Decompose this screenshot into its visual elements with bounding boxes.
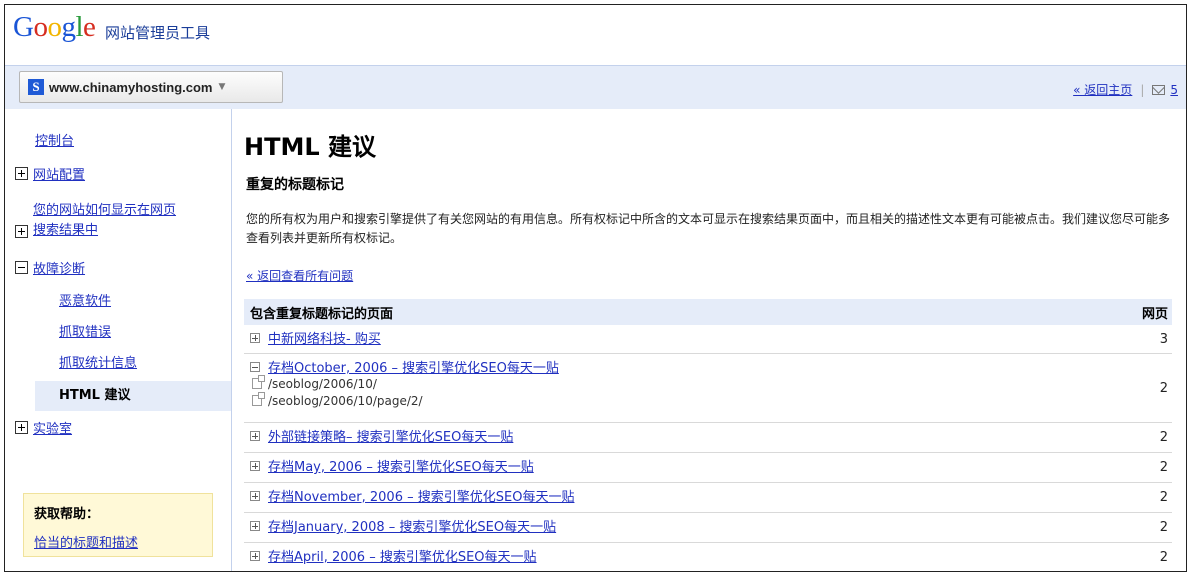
site-icon: S [28,79,44,95]
main-content: HTML 建议 重复的标题标记 您的所有权为用户和搜索引擎提供了有关您网站的有用… [231,109,1186,571]
sidebar-item-crawl-stats[interactable]: 抓取统计信息 [59,353,137,375]
external-page-icon[interactable] [252,392,265,406]
mail-icon[interactable] [1152,84,1166,95]
sidebar-item-label: 网站配置 [33,168,86,183]
help-box: 获取帮助： 恰当的标题和描述 [23,493,213,557]
back-home-link[interactable]: « 返回主页 [1073,81,1132,98]
row-title-link[interactable]: 存档October, 2006 – 搜索引擎优化SEO每天一贴 [268,361,559,376]
description: 您的所有权为用户和搜索引擎提供了有关您网站的有用信息。所有权标记中所含的文本可显… [246,212,1171,245]
site-url: www.chinamyhosting.com [49,79,213,95]
row-title-link[interactable]: 中新网络科技- 购买 [268,332,381,347]
expand-plus-icon[interactable] [250,521,260,531]
table-row: 存档October, 2006 – 搜索引擎优化SEO每天一贴 /seoblog… [244,354,1172,423]
sidebar-item-search-appearance[interactable]: 您的网站如何显示在网页 搜索结果中 [15,201,176,241]
expand-plus-icon[interactable] [250,461,260,471]
url-item: /seoblog/2006/10/page/2/ [250,392,559,410]
sidebar-item-site-config[interactable]: 网站配置 [15,165,85,187]
sidebar-item-crawl-errors[interactable]: 抓取错误 [59,322,111,344]
column-header-title: 包含重复标题标记的页面 [250,306,394,322]
row-count: 2 [1159,430,1168,445]
url-text: /seoblog/2006/10/page/2/ [268,394,423,408]
row-count: 2 [1159,380,1168,396]
expand-plus-icon[interactable] [250,431,260,441]
expand-plus-icon[interactable] [15,421,28,434]
row-count: 2 [1159,490,1168,505]
site-selector[interactable]: S www.chinamyhosting.com ▼ [19,71,283,103]
section-title: 重复的标题标记 [246,177,344,193]
row-title-link[interactable]: 存档January, 2008 – 搜索引擎优化SEO每天一贴 [268,520,556,535]
expand-plus-icon[interactable] [15,224,28,238]
sidebar-item-label: 实验室 [33,422,73,437]
separator: | [1140,82,1145,97]
row-title-link[interactable]: 存档May, 2006 – 搜索引擎优化SEO每天一贴 [268,460,534,475]
sidebar-item-label: 故障诊断 [33,262,86,277]
google-logo[interactable]: Google [13,11,96,44]
app-window: Google 网站管理员工具 S www.chinamyhosting.com … [4,4,1187,572]
collapse-minus-icon[interactable] [15,261,28,274]
sidebar-item-dashboard[interactable]: 控制台 [35,131,74,153]
table-row: 中新网络科技- 购买 3 [244,325,1172,354]
url-item: /seoblog/2006/10/ [250,375,559,393]
sidebar: 控制台 网站配置 您的网站如何显示在网页 搜索结果中 故障诊断 恶意软件 抓取错… [5,109,231,571]
row-count: 2 [1159,520,1168,535]
row-count: 3 [1159,331,1168,347]
row-count: 2 [1159,460,1168,475]
row-title-link[interactable]: 存档April, 2006 – 搜索引擎优化SEO每天一贴 [268,550,537,565]
row-count: 2 [1159,550,1168,565]
site-bar: S www.chinamyhosting.com ▼ « 返回主页 | 5 [5,65,1186,109]
sidebar-item-labs[interactable]: 实验室 [15,419,72,441]
page-title: HTML 建议 [244,133,376,161]
table-row: 存档April, 2006 – 搜索引擎优化SEO每天一贴 2 [244,543,1172,571]
row-title-link[interactable]: 存档November, 2006 – 搜索引擎优化SEO每天一贴 [268,490,574,505]
sitebar-actions: « 返回主页 | 5 [1073,81,1178,98]
table-row: 外部链接策略– 搜索引擎优化SEO每天一贴 2 [244,423,1172,453]
help-link[interactable]: 恰当的标题和描述 [34,536,138,551]
product-name: 网站管理员工具 [105,24,211,42]
sidebar-item-label: 您的网站如何显示在网页 [33,203,177,218]
sidebar-item-diagnostics[interactable]: 故障诊断 [15,259,85,281]
external-page-icon[interactable] [252,375,265,389]
message-count-link[interactable]: 5 [1170,83,1178,97]
table-row: 存档May, 2006 – 搜索引擎优化SEO每天一贴 2 [244,453,1172,483]
sidebar-item-malware[interactable]: 恶意软件 [59,291,111,313]
row-title-link[interactable]: 外部链接策略– 搜索引擎优化SEO每天一贴 [268,430,513,445]
help-title: 获取帮助： [34,507,100,522]
chevron-down-icon: ▼ [218,82,226,92]
collapse-minus-icon[interactable] [250,362,260,372]
duplicate-titles-table: 包含重复标题标记的页面 网页 中新网络科技- 购买 3 存档October, 2… [244,299,1172,571]
expand-plus-icon[interactable] [250,491,260,501]
expand-plus-icon[interactable] [15,167,28,180]
table-row: 存档November, 2006 – 搜索引擎优化SEO每天一贴 2 [244,483,1172,513]
expand-plus-icon[interactable] [250,551,260,561]
table-header: 包含重复标题标记的页面 网页 [244,299,1172,325]
url-text: /seoblog/2006/10/ [268,377,377,391]
expand-plus-icon[interactable] [250,333,260,343]
column-header-count: 网页 [1141,306,1168,322]
sidebar-item-label: 搜索结果中 [33,223,99,238]
back-to-issues-link[interactable]: « 返回查看所有问题 [246,267,353,284]
table-row: 存档January, 2008 – 搜索引擎优化SEO每天一贴 2 [244,513,1172,543]
header: Google 网站管理员工具 [5,5,1186,63]
sidebar-item-html-suggestions[interactable]: HTML 建议 [35,381,231,411]
